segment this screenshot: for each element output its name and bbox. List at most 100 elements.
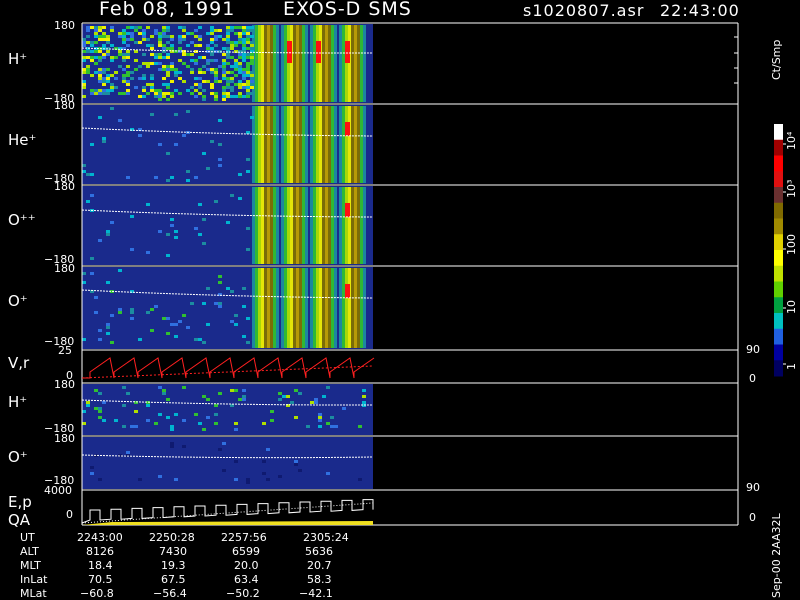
energy-band-cell xyxy=(351,106,354,183)
energy-band-cell xyxy=(322,187,325,264)
pitch-trace xyxy=(81,502,374,524)
count-pixel xyxy=(134,86,138,89)
count-pixel xyxy=(86,56,90,59)
count-pixel xyxy=(214,98,218,101)
count-pixel xyxy=(150,74,154,77)
count-pixel xyxy=(186,65,190,68)
energy-band-cell xyxy=(363,268,366,348)
ut-value: 2305:24 xyxy=(303,531,349,544)
energy-band-cell xyxy=(325,187,328,264)
panel-label-h-plus-2: H⁺ xyxy=(8,393,28,411)
count-pixel xyxy=(238,53,242,56)
count-pixel xyxy=(118,311,122,314)
count-pixel xyxy=(110,86,114,89)
count-pixel xyxy=(314,398,318,401)
tick-ep-top: 4000 xyxy=(44,484,72,497)
count-pixel xyxy=(298,469,302,472)
count-pixel xyxy=(234,59,238,62)
count-pixel xyxy=(174,143,178,146)
count-pixel xyxy=(130,311,134,314)
count-pixel xyxy=(246,80,250,83)
count-pixel xyxy=(198,26,202,29)
energy-band-cell xyxy=(339,106,342,183)
count-pixel xyxy=(198,86,202,89)
count-pixel xyxy=(142,77,146,80)
count-pixel xyxy=(246,35,250,38)
count-pixel xyxy=(146,92,150,95)
count-pixel xyxy=(198,422,202,425)
energy-band-cell xyxy=(299,106,302,183)
panel-label-v-r: V,r xyxy=(8,354,30,372)
count-pixel xyxy=(102,401,106,404)
count-pixel xyxy=(222,59,226,62)
count-pixel xyxy=(230,194,234,197)
count-pixel xyxy=(94,32,98,35)
ut-value: 2257:56 xyxy=(221,531,267,544)
count-pixel xyxy=(98,416,102,419)
count-pixel xyxy=(222,95,226,98)
count-pixel xyxy=(150,113,154,116)
alt-value: 8126 xyxy=(86,545,114,558)
count-pixel xyxy=(230,44,234,47)
count-pixel xyxy=(110,56,114,59)
count-pixel xyxy=(242,71,246,74)
count-pixel xyxy=(202,95,206,98)
count-pixel xyxy=(162,92,166,95)
count-pixel xyxy=(94,29,98,32)
count-pixel xyxy=(86,41,90,44)
energy-band-cell xyxy=(252,187,255,264)
count-pixel xyxy=(106,77,110,80)
count-pixel xyxy=(170,176,174,179)
energy-band-cell xyxy=(363,187,366,264)
energy-band-cell xyxy=(290,268,293,348)
count-pixel xyxy=(242,53,246,56)
count-pixel xyxy=(126,176,130,179)
count-pixel xyxy=(122,74,126,77)
count-pixel xyxy=(310,401,314,404)
count-pixel xyxy=(150,44,154,47)
count-pixel xyxy=(222,86,226,89)
count-pixel xyxy=(110,59,114,62)
count-pixel xyxy=(154,95,158,98)
energy-band-cell xyxy=(354,268,357,348)
count-pixel xyxy=(122,53,126,56)
energy-band-cell xyxy=(342,106,345,183)
energy-band-cell xyxy=(305,25,308,102)
count-pixel xyxy=(150,53,154,56)
count-pixel xyxy=(126,92,130,95)
count-pixel xyxy=(150,83,154,86)
count-pixel xyxy=(190,32,194,35)
count-pixel xyxy=(226,287,230,290)
count-pixel xyxy=(218,448,222,451)
count-pixel xyxy=(242,38,246,41)
count-pixel xyxy=(106,332,110,335)
count-pixel xyxy=(214,413,218,416)
count-pixel xyxy=(86,50,90,53)
count-pixel xyxy=(126,80,130,83)
count-pixel xyxy=(138,478,142,481)
count-pixel xyxy=(154,422,158,425)
count-pixel xyxy=(90,50,94,53)
count-pixel xyxy=(226,47,230,50)
count-pixel xyxy=(86,26,90,29)
count-pixel xyxy=(202,71,206,74)
count-pixel xyxy=(118,50,122,53)
energy-band-cell xyxy=(331,268,334,348)
ut-value: 2243:00 xyxy=(77,531,123,544)
count-pixel xyxy=(226,29,230,32)
count-pixel xyxy=(186,110,190,113)
count-pixel xyxy=(226,38,230,41)
count-pixel xyxy=(146,311,150,314)
count-pixel xyxy=(174,323,178,326)
panel-label-he-plus: He⁺ xyxy=(8,131,37,149)
count-pixel xyxy=(358,425,362,428)
count-pixel xyxy=(150,86,154,89)
energy-band-cell xyxy=(293,25,296,102)
count-pixel xyxy=(246,95,250,98)
count-pixel xyxy=(202,98,206,101)
energy-band-cell xyxy=(255,25,258,102)
count-pixel xyxy=(238,95,242,98)
mlt-value: 19.3 xyxy=(161,559,186,572)
count-pixel xyxy=(226,83,230,86)
count-pixel xyxy=(234,428,238,431)
